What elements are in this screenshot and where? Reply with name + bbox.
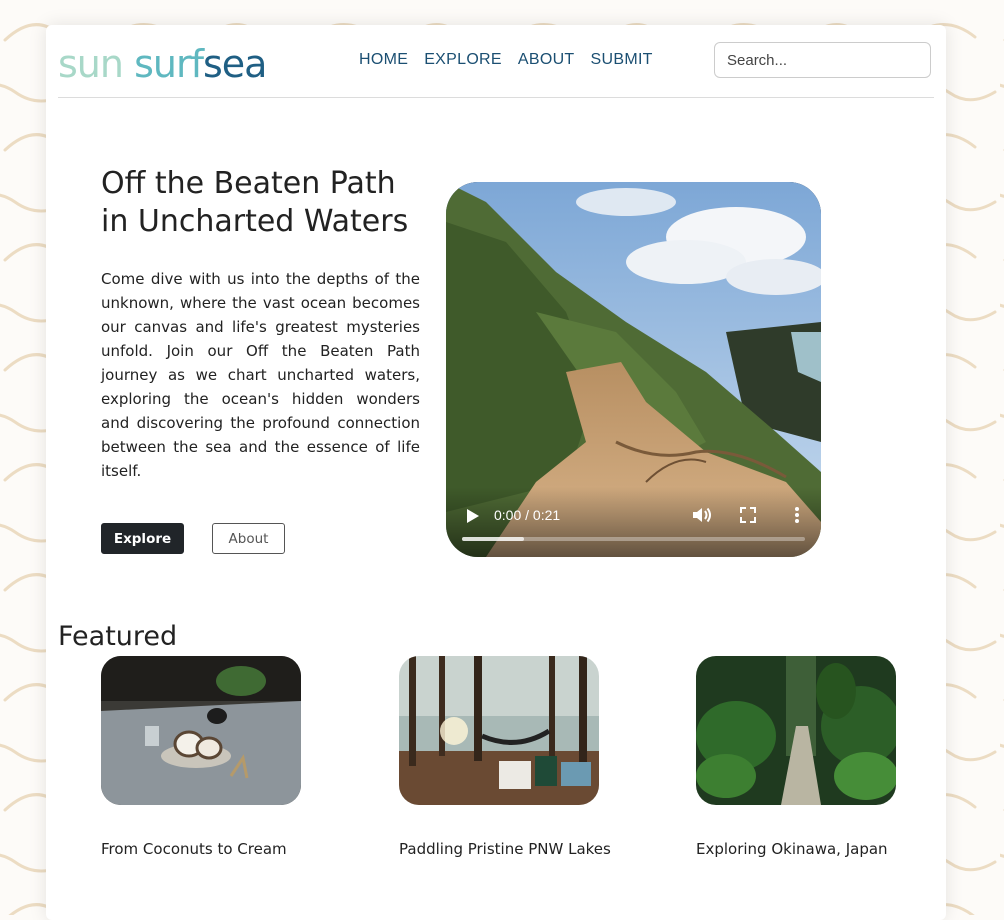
logo-word-sea: sea [202,42,267,86]
hero-video-player[interactable]: 0:00 / 0:21 [446,182,821,557]
play-icon[interactable] [462,506,482,526]
card-image-pnw-lakes [399,656,599,805]
featured-heading: Featured [58,621,178,652]
search-input[interactable] [714,42,931,78]
video-buffered-bar [462,537,524,541]
site-logo[interactable]: sun surfsea [58,42,267,86]
fullscreen-icon[interactable] [738,505,758,525]
hero-title: Off the Beaten Path in Uncharted Waters [101,166,409,239]
card-title: Paddling Pristine PNW Lakes [399,840,611,858]
featured-card[interactable]: From Coconuts to Cream [101,656,331,858]
volume-icon[interactable] [690,504,712,526]
card-image-okinawa [696,656,896,805]
navbar: sun surfsea HOME EXPLORE ABOUT SUBMIT [58,25,934,98]
video-controls: 0:00 / 0:21 [446,487,821,557]
card-image-coconuts [101,656,301,805]
logo-word-sun: sun [58,42,124,86]
video-progress-bar[interactable] [462,537,805,541]
main-nav: HOME EXPLORE ABOUT SUBMIT [359,51,653,69]
card-title: From Coconuts to Cream [101,840,287,858]
logo-word-surf: surf [134,42,204,86]
explore-button[interactable]: Explore [101,523,184,554]
nav-link-home[interactable]: HOME [359,51,408,69]
featured-card[interactable]: Exploring Okinawa, Japan [696,656,926,858]
card-title: Exploring Okinawa, Japan [696,840,888,858]
more-options-icon[interactable] [787,505,807,525]
page-container: sun surfsea HOME EXPLORE ABOUT SUBMIT Of… [46,25,946,920]
nav-link-submit[interactable]: SUBMIT [591,51,653,69]
featured-card[interactable]: Paddling Pristine PNW Lakes [399,656,629,858]
video-time-display: 0:00 / 0:21 [494,507,561,523]
hero-description: Come dive with us into the depths of the… [101,270,420,480]
nav-link-about[interactable]: ABOUT [518,51,575,69]
nav-link-explore[interactable]: EXPLORE [424,51,502,69]
about-button[interactable]: About [212,523,285,554]
